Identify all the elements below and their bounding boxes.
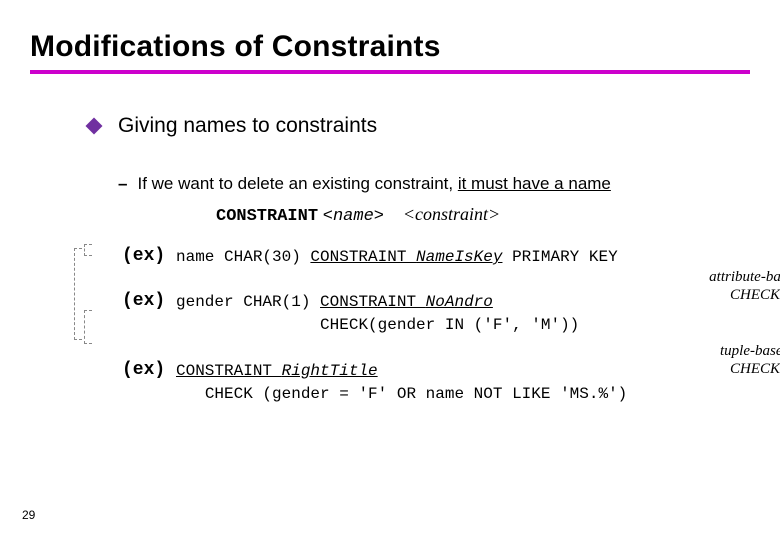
bracket-icon (74, 248, 82, 340)
example-1-name: NameIsKey (416, 248, 502, 266)
syntax-name: <name> (323, 207, 384, 226)
example-label: (ex) (122, 291, 176, 311)
annotation-tuple-check: tuple-based CHECK (700, 342, 780, 378)
bullet-level1: Giving names to constraints (88, 114, 750, 138)
example-2-pre: gender CHAR(1) (176, 293, 320, 311)
diamond-bullet-icon (86, 118, 103, 135)
bullet-level2-prefix: If we want to delete an existing constra… (137, 174, 457, 193)
annotation-attribute-check: attribute-based CHECK (700, 268, 780, 304)
bullet-level2-text: If we want to delete an existing constra… (137, 174, 610, 194)
example-3-kw: CONSTRAINT (176, 362, 282, 380)
example-2: (ex) gender CHAR(1) CONSTRAINT NoAndro C… (122, 291, 750, 337)
example-1-post: PRIMARY KEY (502, 248, 617, 266)
bullet-level2: – If we want to delete an existing const… (118, 174, 750, 194)
slide-content: Giving names to constraints – If we want… (30, 114, 750, 406)
dash-bullet-icon: – (118, 174, 127, 194)
bracket-icon (84, 310, 92, 344)
example-3: (ex) CONSTRAINT RightTitle CHECK (gender… (122, 360, 750, 406)
example-2-line2: CHECK(gender IN ('F', 'M')) (320, 316, 579, 334)
example-1-kw: CONSTRAINT (310, 248, 416, 266)
title-underline (30, 70, 750, 74)
example-1: (ex) name CHAR(30) CONSTRAINT NameIsKey … (122, 246, 750, 269)
example-2-name: NoAndro (426, 293, 493, 311)
example-label: (ex) (122, 246, 176, 266)
constraint-syntax: CONSTRAINT <name> <constraint> (216, 204, 750, 226)
example-2-body: gender CHAR(1) CONSTRAINT NoAndro CHECK(… (176, 291, 579, 337)
example-3-line2: CHECK (gender = 'F' OR name NOT LIKE 'MS… (205, 385, 627, 403)
syntax-constraint: <constraint> (403, 204, 500, 224)
example-1-pre: name CHAR(30) (176, 248, 310, 266)
example-3-body: CONSTRAINT RightTitle CHECK (gender = 'F… (176, 360, 627, 406)
page-number: 29 (22, 508, 35, 522)
example-label: (ex) (122, 360, 176, 380)
examples-block: (ex) name CHAR(30) CONSTRAINT NameIsKey … (122, 246, 750, 406)
bracket-icon (84, 244, 92, 256)
bullet-level2-emph: it must have a name (458, 174, 611, 193)
syntax-keyword: CONSTRAINT (216, 207, 318, 226)
example-3-name: RightTitle (282, 362, 378, 380)
bullet-level1-text: Giving names to constraints (118, 114, 377, 138)
example-1-body: name CHAR(30) CONSTRAINT NameIsKey PRIMA… (176, 246, 618, 269)
example-2-kw: CONSTRAINT (320, 293, 426, 311)
page-title: Modifications of Constraints (30, 30, 750, 64)
